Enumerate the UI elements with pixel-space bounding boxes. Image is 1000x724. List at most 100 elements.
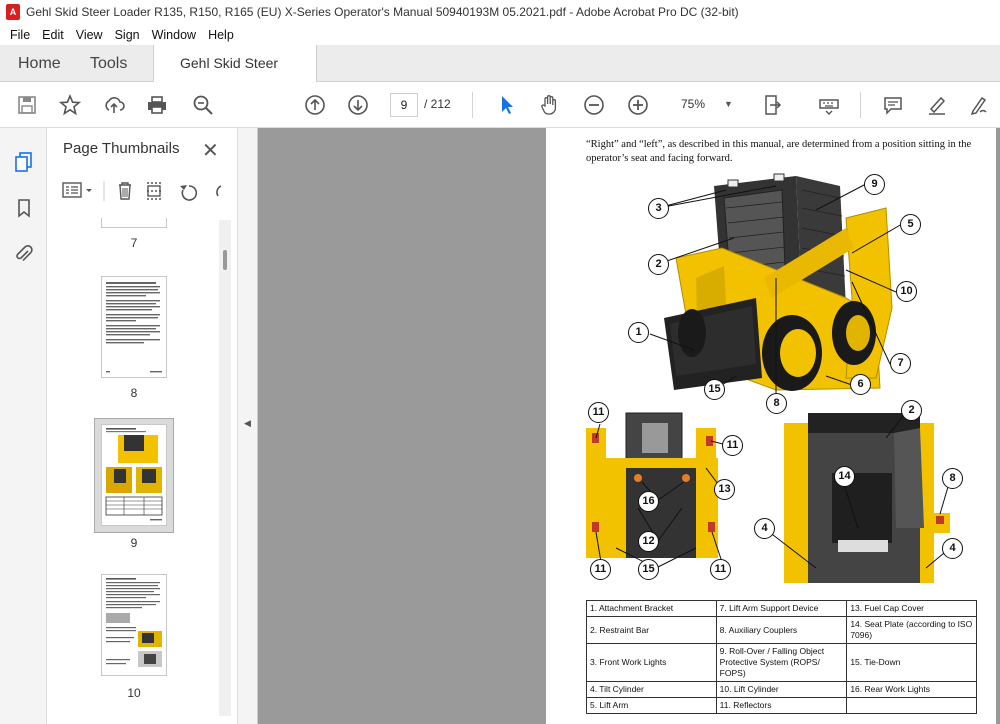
previous-page-icon[interactable] — [302, 92, 328, 118]
callout-marker: 10 — [896, 281, 917, 302]
callout-marker: 14 — [834, 466, 855, 487]
comment-icon[interactable] — [880, 92, 906, 118]
thumbnail-label: 8 — [130, 386, 138, 400]
tab-home[interactable]: Home — [18, 45, 61, 82]
parts-legend-table: 1. Attachment Bracket 7. Lift Arm Suppor… — [586, 600, 977, 714]
menu-edit[interactable]: Edit — [36, 28, 70, 42]
thumbnail-label: 9 — [130, 536, 138, 550]
rotate-clockwise-icon[interactable] — [216, 185, 222, 197]
table-cell: 13. Fuel Cap Cover — [846, 600, 977, 617]
callout-marker: 4 — [754, 518, 775, 539]
menu-file[interactable]: File — [4, 28, 36, 42]
tab-tools[interactable]: Tools — [90, 45, 127, 82]
delete-icon[interactable] — [119, 182, 131, 200]
table-cell: 4. Tilt Cylinder — [586, 681, 717, 698]
bookmark-star-icon[interactable] — [57, 92, 83, 118]
table-cell: 16. Rear Work Lights — [846, 681, 977, 698]
thumbnail-label: 7 — [130, 236, 138, 250]
rotate-icon[interactable] — [180, 185, 198, 201]
table-cell: 7. Lift Arm Support Device — [715, 600, 848, 617]
thumbnail-page-9[interactable] — [101, 424, 167, 526]
callout-marker: 12 — [638, 531, 659, 552]
table-row: 3. Front Work Lights 9. Roll-Over / Fall… — [586, 643, 977, 682]
callout-marker: 15 — [638, 559, 659, 580]
window-title: Gehl Skid Steer Loader R135, R150, R165 … — [26, 5, 739, 19]
chevron-down-icon[interactable]: ▼ — [724, 99, 733, 109]
bookmark-icon[interactable] — [12, 196, 36, 220]
callout-marker: 15 — [704, 379, 725, 400]
zoom-search-icon[interactable] — [190, 92, 216, 118]
thumbnail-scrollbar[interactable] — [219, 220, 231, 716]
table-row: 4. Tilt Cylinder 10. Lift Cylinder 16. R… — [586, 681, 977, 698]
scrollbar-thumb[interactable] — [223, 250, 227, 270]
toolbar-divider — [860, 92, 861, 118]
table-cell: 10. Lift Cylinder — [715, 681, 848, 698]
print-icon[interactable] — [144, 92, 170, 118]
panel-title: Page Thumbnails — [63, 140, 180, 157]
menu-sign[interactable]: Sign — [109, 28, 146, 42]
callout-marker: 11 — [588, 402, 609, 423]
collapse-left-icon[interactable]: ◀ — [244, 418, 251, 429]
callout-marker: 11 — [710, 559, 731, 580]
table-cell: 9. Roll-Over / Falling Object Protective… — [715, 643, 848, 682]
title-bar: A Gehl Skid Steer Loader R135, R150, R16… — [0, 0, 1000, 24]
table-cell: 5. Lift Arm — [586, 697, 717, 714]
highlight-pen-icon[interactable] — [924, 92, 950, 118]
callout-marker: 7 — [890, 353, 911, 374]
table-cell: 11. Reflectors — [715, 697, 848, 714]
page-total: / 212 — [424, 97, 451, 111]
callout-marker: 4 — [942, 538, 963, 559]
close-icon[interactable]: ✕ — [202, 138, 219, 163]
select-cursor-icon[interactable] — [494, 92, 520, 118]
callout-marker: 11 — [590, 559, 611, 580]
thumbnail-toolbar — [59, 178, 229, 204]
callout-marker: 2 — [901, 400, 922, 421]
table-cell: 3. Front Work Lights — [586, 643, 717, 682]
table-row: 1. Attachment Bracket 7. Lift Arm Suppor… — [586, 600, 977, 617]
menu-help[interactable]: Help — [202, 28, 240, 42]
upload-cloud-icon[interactable] — [101, 92, 127, 118]
menu-view[interactable]: View — [70, 28, 109, 42]
thumbnail-options-icon[interactable] — [62, 182, 92, 198]
thumbnail-panel: Page Thumbnails ✕ 7 8 9 10 — [47, 128, 238, 724]
callout-marker: 1 — [628, 322, 649, 343]
menu-window[interactable]: Window — [146, 28, 202, 42]
table-cell: 2. Restraint Bar — [586, 616, 717, 644]
table-cell — [846, 697, 977, 714]
save-icon[interactable] — [14, 92, 40, 118]
next-page-icon[interactable] — [345, 92, 371, 118]
zoom-out-icon[interactable] — [581, 92, 607, 118]
tab-bar: Home Tools Gehl Skid Steer Loa... — [0, 45, 1000, 108]
thumbnail-page-7[interactable] — [101, 218, 167, 228]
page-number-input[interactable] — [390, 93, 418, 117]
callout-marker: 2 — [648, 254, 669, 275]
callout-marker: 9 — [864, 174, 885, 195]
table-row: 5. Lift Arm 11. Reflectors — [586, 697, 977, 714]
pdf-page: “Right” and “left”, as described in this… — [546, 128, 996, 724]
document-viewport[interactable]: “Right” and “left”, as described in this… — [258, 128, 1000, 724]
main-toolbar — [0, 82, 1000, 128]
hand-tool-icon[interactable] — [537, 92, 563, 118]
callout-marker: 11 — [722, 435, 743, 456]
table-row: 2. Restraint Bar 8. Auxiliary Couplers 1… — [586, 616, 977, 644]
thumbnail-page-8[interactable] — [101, 276, 167, 378]
tab-document[interactable]: Gehl Skid Steer Loa... — [153, 45, 317, 108]
side-rail — [0, 128, 47, 724]
sign-pen-icon[interactable] — [966, 92, 992, 118]
panel-collapse-strip[interactable]: ◀ — [238, 128, 258, 724]
callout-marker: 6 — [850, 374, 871, 395]
thumbnail-page-10[interactable] — [101, 574, 167, 676]
table-cell: 1. Attachment Bracket — [586, 600, 717, 617]
zoom-in-icon[interactable] — [625, 92, 651, 118]
callout-marker: 13 — [714, 479, 735, 500]
table-cell: 15. Tie-Down — [846, 643, 977, 682]
keyboard-tools-icon[interactable] — [816, 92, 842, 118]
toolbar-divider — [472, 92, 473, 118]
callout-marker: 16 — [638, 491, 659, 512]
extract-pages-icon[interactable] — [147, 182, 161, 200]
fit-page-icon[interactable] — [760, 92, 786, 118]
callout-marker: 3 — [648, 198, 669, 219]
zoom-level[interactable]: 75% — [681, 97, 705, 111]
attachment-icon[interactable] — [12, 242, 36, 266]
page-thumbnails-icon[interactable] — [12, 150, 36, 174]
